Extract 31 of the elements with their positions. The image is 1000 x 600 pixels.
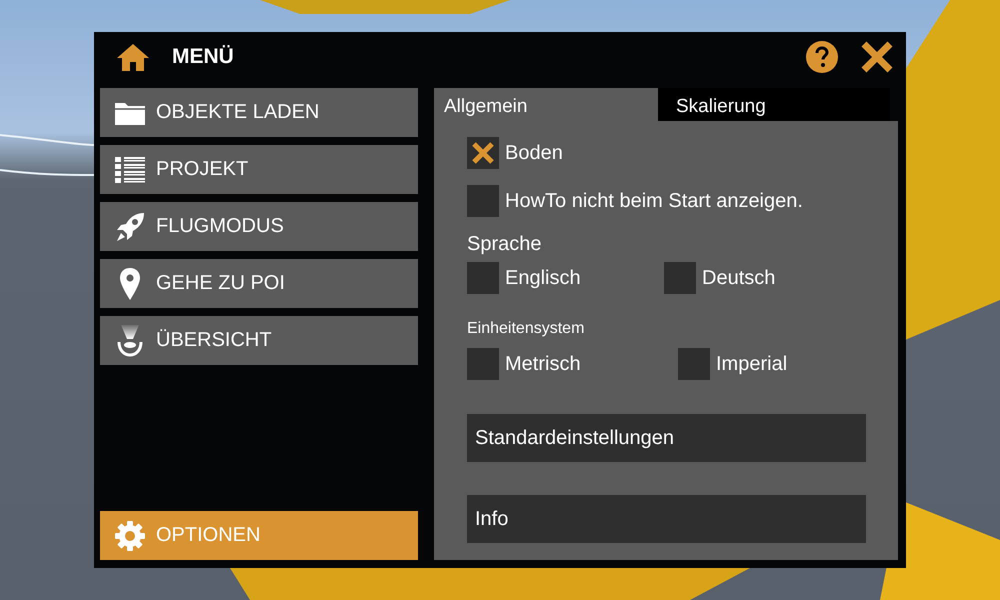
settings-button[interactable]: Standardeinstellungen [467, 414, 866, 462]
checkbox[interactable] [678, 348, 710, 380]
menu-item[interactable]: OBJEKTE LADEN [100, 88, 418, 137]
checkbox-label: Deutsch [702, 266, 776, 290]
checkbox-label: Englisch [505, 266, 581, 290]
checkbox-label: HowTo nicht beim Start anzeigen. [505, 190, 803, 212]
checkbox[interactable] [467, 262, 499, 294]
checkbox[interactable] [467, 348, 499, 380]
cross-icon [471, 141, 495, 165]
home-icon[interactable] [116, 42, 150, 72]
checkbox-label: Metrisch [505, 352, 581, 376]
menu-item[interactable]: FLUGMODUS [100, 202, 418, 251]
list-icon [114, 154, 146, 184]
menu-item[interactable]: GEHE ZU POI [100, 259, 418, 308]
help-icon[interactable] [806, 41, 838, 73]
rocket-icon [114, 210, 146, 242]
settings-icon [114, 520, 146, 552]
tab[interactable]: Allgemein [434, 88, 658, 121]
checkbox-label: Boden [505, 142, 563, 164]
menu-item[interactable]: ÜBERSICHT [100, 316, 418, 365]
checkbox[interactable] [467, 185, 499, 217]
close-icon[interactable] [860, 40, 894, 74]
checkbox-label: Imperial [716, 352, 788, 376]
settings-button[interactable]: Info [467, 495, 866, 543]
checkbox[interactable] [467, 137, 499, 169]
section-heading: Einheitensystem [467, 320, 586, 338]
menu-title: MENÜ [172, 45, 234, 69]
checkbox[interactable] [664, 262, 696, 294]
tab[interactable]: Skalierung [658, 88, 890, 121]
section-heading: Sprache [467, 233, 542, 256]
menu-item[interactable]: PROJEKT [100, 145, 418, 194]
